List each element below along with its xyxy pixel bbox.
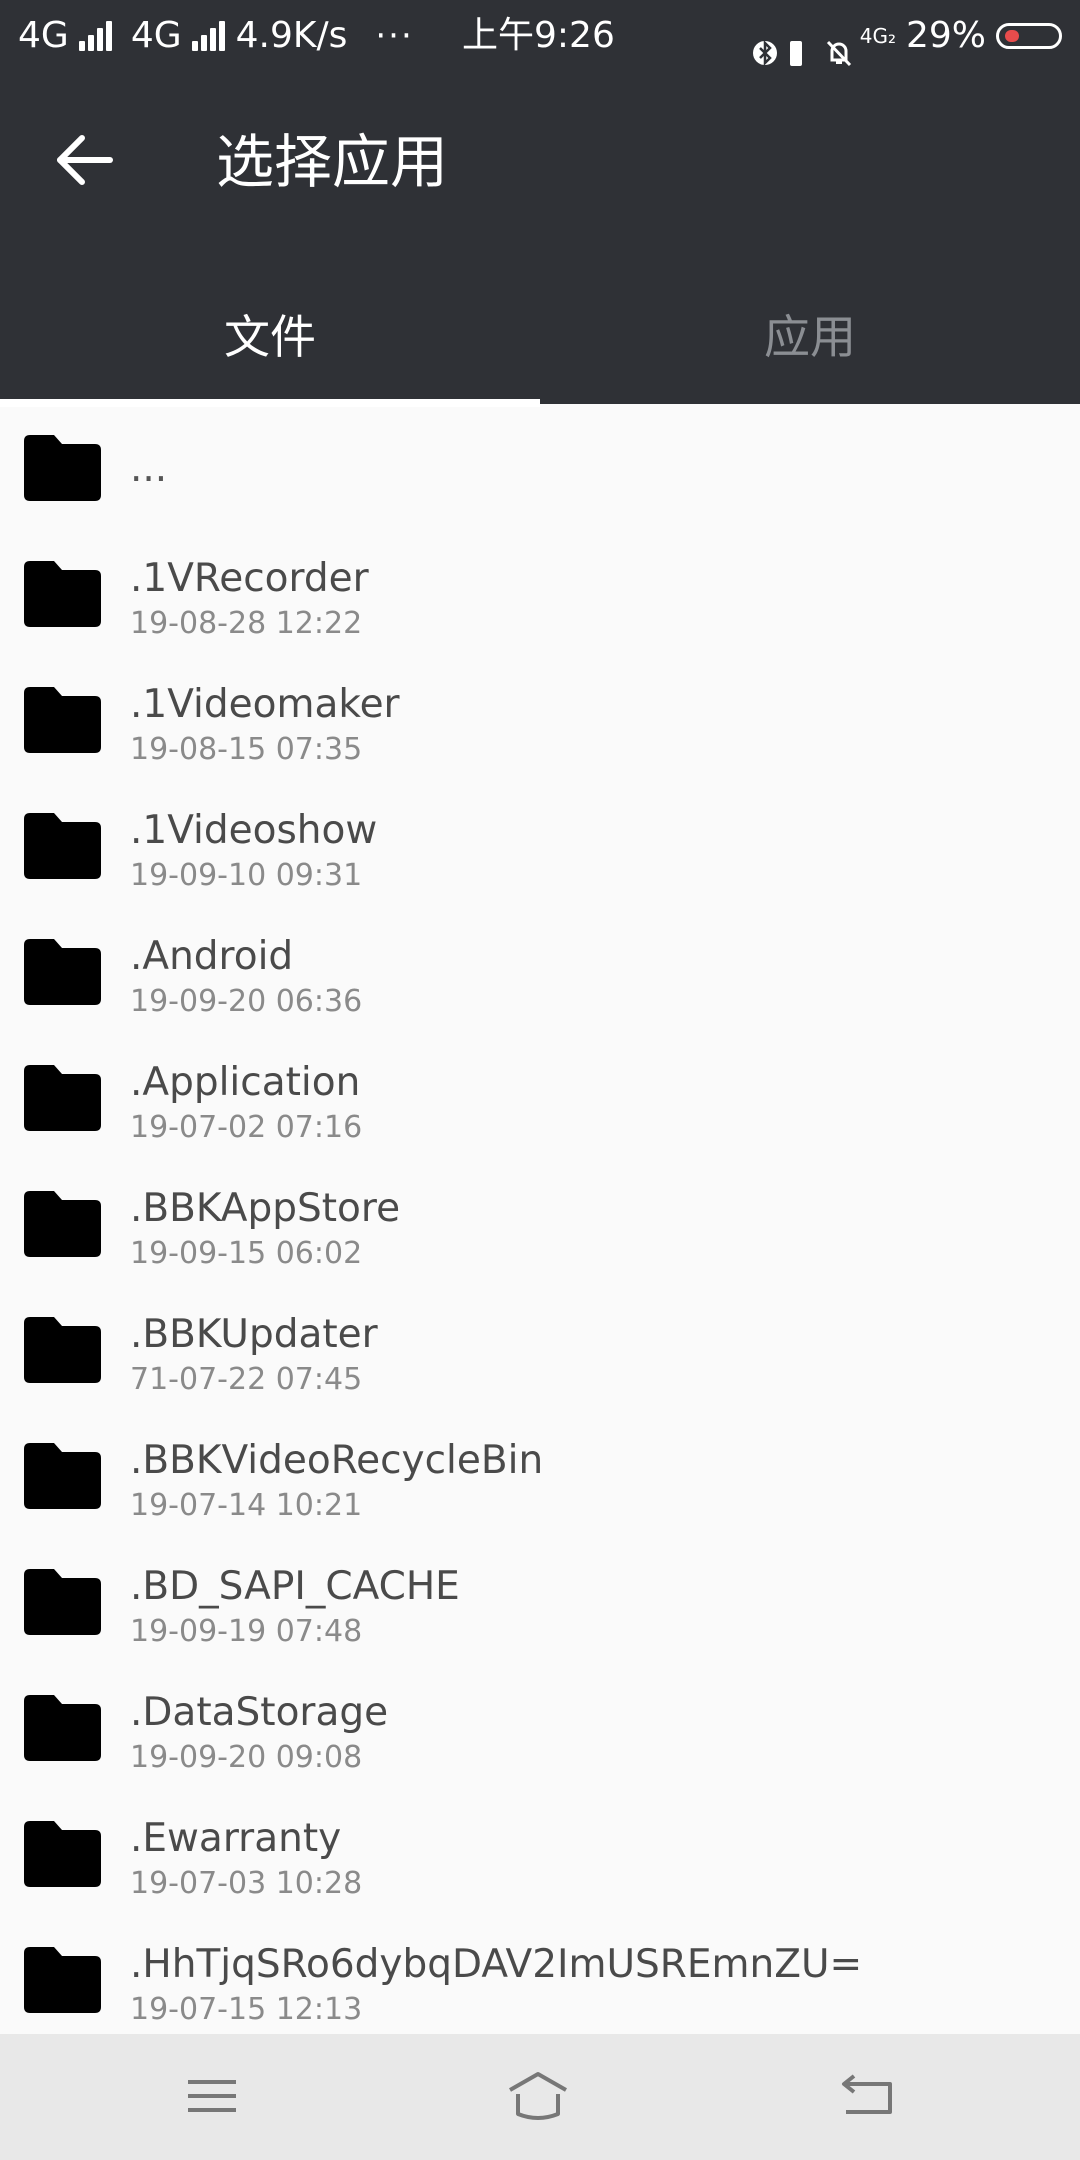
folder-icon: [24, 939, 101, 1005]
back-button[interactable]: [48, 124, 120, 196]
file-date: 19-08-15 07:35: [130, 732, 363, 767]
file-name: .1VRecorder: [130, 556, 369, 601]
file-date: 19-09-20 06:36: [130, 984, 363, 1019]
home-icon: [509, 2072, 567, 2120]
file-name: .BBKVideoRecycleBin: [130, 1438, 544, 1483]
folder-icon: [24, 1695, 101, 1761]
system-back-button[interactable]: [836, 2066, 900, 2126]
folder-icon: [24, 1443, 101, 1509]
list-item[interactable]: .Ewarranty 19-07-03 10:28: [0, 1790, 1080, 1916]
arrow-back-icon: [57, 135, 113, 185]
list-item[interactable]: .HhTjqSRo6dybqDAV2ImUSREmnZU= 19-07-15 1…: [0, 1916, 1080, 2042]
home-button[interactable]: [506, 2066, 570, 2126]
more-notifications: ···: [375, 16, 414, 56]
menu-button[interactable]: [180, 2066, 244, 2126]
list-item[interactable]: .BBKVideoRecycleBin 19-07-14 10:21: [0, 1412, 1080, 1538]
menu-icon: [188, 2080, 236, 2112]
network-type-1: 4G: [18, 15, 69, 56]
file-date: 71-07-22 07:45: [130, 1362, 363, 1397]
app-bar: 选择应用 文件 应用: [0, 72, 1080, 407]
folder-icon: [24, 1065, 101, 1131]
file-name: .Android: [130, 934, 294, 979]
bluetooth-icon: [752, 21, 778, 67]
navigation-bar: [0, 2034, 1080, 2160]
file-name: .1Videomaker: [130, 682, 400, 727]
signal-icon: [78, 21, 113, 51]
file-date: 19-09-15 06:02: [130, 1236, 363, 1271]
file-name: .BD_SAPI_CACHE: [130, 1564, 460, 1609]
folder-icon: [24, 813, 101, 879]
list-item[interactable]: .BD_SAPI_CACHE 19-09-19 07:48: [0, 1538, 1080, 1664]
network-type-2: 4G: [130, 15, 182, 56]
folder-icon: [24, 1821, 101, 1887]
file-name: ...: [130, 446, 168, 491]
file-date: 19-09-19 07:48: [130, 1614, 363, 1649]
file-name: .1Videoshow: [130, 808, 378, 853]
folder-icon: [24, 1191, 101, 1257]
folder-icon: [24, 561, 101, 627]
file-date: 19-07-03 10:28: [130, 1866, 363, 1901]
list-item[interactable]: .DataStorage 19-09-20 09:08: [0, 1664, 1080, 1790]
tab-apps[interactable]: 应用: [540, 277, 1080, 397]
folder-icon: [24, 687, 101, 753]
list-item[interactable]: .1Videomaker 19-08-15 07:35: [0, 656, 1080, 782]
folder-icon: [24, 1569, 101, 1635]
list-item[interactable]: .Application 19-07-02 07:16: [0, 1034, 1080, 1160]
folder-icon: [24, 1317, 101, 1383]
list-item[interactable]: .BBKAppStore 19-09-15 06:02: [0, 1160, 1080, 1286]
list-item[interactable]: .1Videoshow 19-09-10 09:31: [0, 782, 1080, 908]
file-list: ... .1VRecorder 19-08-28 12:22 .1Videoma…: [0, 404, 1080, 2042]
file-name: .Ewarranty: [130, 1816, 342, 1861]
file-name: .BBKAppStore: [130, 1186, 401, 1231]
list-item[interactable]: .Android 19-09-20 06:36: [0, 908, 1080, 1034]
parent-directory-row[interactable]: ...: [0, 404, 1080, 530]
mute-bell-icon: [824, 21, 851, 67]
file-name: .BBKUpdater: [130, 1312, 378, 1357]
page-title: 选择应用: [216, 128, 449, 196]
file-date: 19-07-15 12:13: [130, 1992, 363, 2027]
file-date: 19-07-14 10:21: [130, 1488, 363, 1523]
network-speed: 4.9K/s: [235, 15, 348, 56]
clock: 上午9:26: [462, 15, 615, 56]
data-indicator: 4G₂: [859, 24, 896, 48]
list-item[interactable]: .1VRecorder 19-08-28 12:22: [0, 530, 1080, 656]
folder-icon: [24, 435, 101, 501]
back-icon: [842, 2074, 892, 2114]
signal-icon-2: [191, 21, 226, 51]
folder-icon: [24, 1947, 101, 2013]
file-name: .Application: [130, 1060, 361, 1105]
battery-percentage: 29%: [905, 15, 986, 56]
file-date: 19-09-10 09:31: [130, 858, 363, 893]
battery-small-icon: [788, 21, 814, 66]
file-date: 19-09-20 09:08: [130, 1740, 363, 1775]
list-item[interactable]: .BBKUpdater 71-07-22 07:45: [0, 1286, 1080, 1412]
battery-icon: [996, 23, 1062, 49]
file-name: .HhTjqSRo6dybqDAV2ImUSREmnZU=: [130, 1942, 863, 1987]
file-date: 19-07-02 07:16: [130, 1110, 363, 1145]
status-bar: 4G 4G 4.9K/s ··· 上午9:26 4G₂ 29%: [0, 0, 1080, 72]
file-name: .DataStorage: [130, 1690, 389, 1735]
tab-files[interactable]: 文件: [0, 277, 540, 397]
file-date: 19-08-28 12:22: [130, 606, 363, 641]
